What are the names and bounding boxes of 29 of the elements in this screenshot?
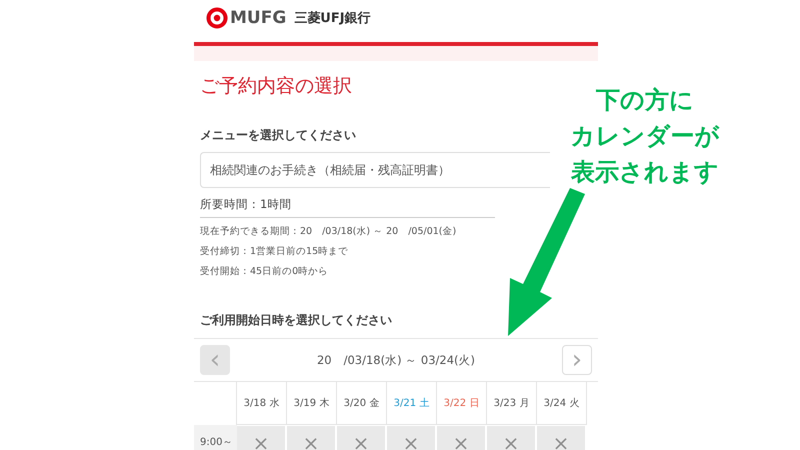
time-slot[interactable]: × [337, 426, 385, 450]
info-text: 受付締切：1営業日前の15時まで [200, 245, 348, 258]
day-header: 3/23 月 [487, 382, 537, 425]
duration-text: 所要時間：1時間 [200, 197, 495, 218]
time-slot[interactable]: × [237, 426, 285, 450]
date-range: 20 /03/18(水) ～ 03/24(火) [316, 352, 476, 368]
day-header: 3/19 木 [287, 382, 337, 425]
time-slot[interactable]: × [487, 426, 535, 450]
info-text: 受付開始：45日前の0時から [200, 265, 328, 278]
day-header: 3/24 火 [537, 382, 587, 425]
next-button[interactable]: › [562, 345, 592, 375]
day-header: 3/21 土 [387, 382, 437, 425]
menu-select[interactable]: 相続関連のお手続き（相続届・残高証明書） [200, 152, 550, 188]
time-slot[interactable]: × [437, 426, 485, 450]
time-slot[interactable]: × [537, 426, 585, 450]
logo-text: MUFG [230, 8, 286, 28]
day-header: 3/20 金 [337, 382, 387, 425]
section-label: メニューを選択してください [200, 127, 356, 144]
logo-icon [206, 7, 228, 29]
time-label: 9:00～ [194, 425, 237, 450]
day-header: 3/22 日 [437, 382, 487, 425]
bank-name: 三菱UFJ銀行 [294, 10, 371, 27]
section-label: ご利用開始日時を選択してください [200, 312, 392, 329]
annotation-text: 下の方に カレンダーが 表示されます [570, 85, 720, 188]
time-slot[interactable]: × [287, 426, 335, 450]
day-header: 3/18 水 [237, 382, 287, 425]
page-title: ご予約内容の選択 [200, 74, 352, 99]
time-slot[interactable]: × [387, 426, 435, 450]
info-text: 現在予約できる期間：20 /03/18(水) ～ 20 /05/01(金) [200, 225, 456, 238]
